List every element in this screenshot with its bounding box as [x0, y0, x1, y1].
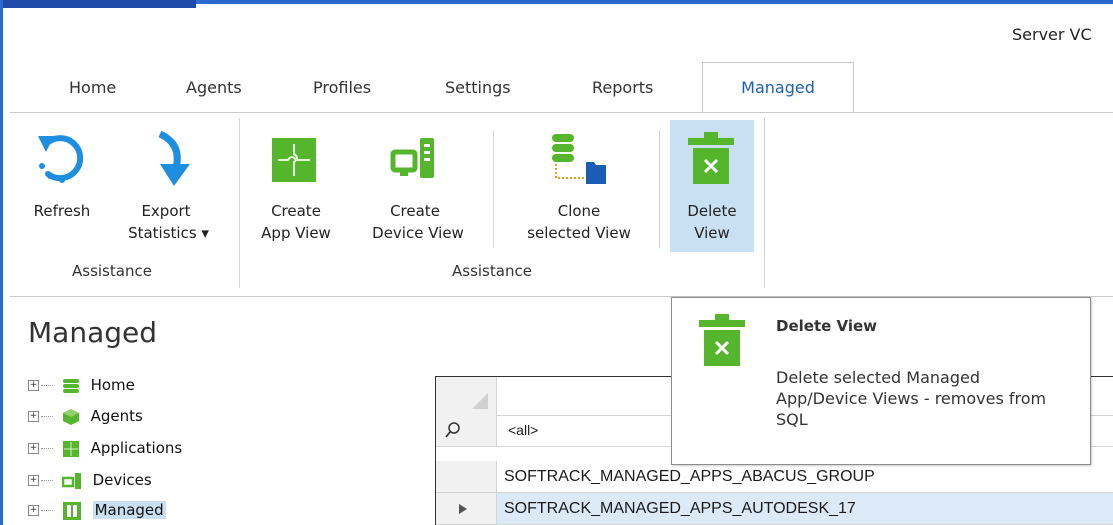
ribbon-group-label: Assistance [452, 262, 532, 280]
tree-connector [41, 448, 53, 449]
clone-selected-view-button[interactable]: Clone selected View [504, 124, 654, 264]
ribbon-separator [493, 130, 494, 248]
expand-icon[interactable]: + [28, 505, 39, 516]
clone-view-icon [552, 134, 606, 184]
search-icon [445, 422, 460, 438]
delete-view-button[interactable]: Delete View [670, 120, 754, 252]
tree-item-managed[interactable]: + Managed [28, 497, 166, 523]
tooltip-description: Delete selected Managed App/Device Views… [776, 368, 1047, 429]
expand-icon[interactable]: + [28, 411, 39, 422]
expand-icon[interactable]: + [28, 380, 39, 391]
sidebar-title: Managed [28, 316, 157, 349]
export-statistics-button[interactable]: Export Statistics ▾ [106, 124, 231, 264]
current-row-icon [459, 504, 467, 514]
managed-icon [62, 501, 81, 520]
tab-settings[interactable]: Settings [445, 78, 511, 97]
ribbon-separator [764, 118, 765, 288]
grid-corner [436, 377, 497, 415]
tree-item-label: Devices [92, 471, 152, 489]
tree-item-label: Applications [90, 439, 183, 457]
create-app-label: Create [271, 202, 321, 220]
tree-item-label: Home [90, 376, 135, 394]
table-cell: SOFTRACK_MANAGED_APPS_ABACUS_GROUP [504, 468, 875, 485]
refresh-label: Refresh [33, 202, 91, 220]
tab-agents[interactable]: Agents [186, 78, 242, 97]
title-bar [0, 0, 1113, 58]
export-label: Export [141, 202, 191, 220]
window-left-border [0, 0, 3, 525]
expand-icon[interactable]: + [28, 475, 39, 486]
ribbon-separator [239, 118, 240, 288]
tab-managed[interactable]: Managed [702, 62, 854, 114]
ribbon-group-label: Assistance [72, 262, 152, 280]
clone-selected-view-label: selected View [527, 224, 631, 242]
expand-icon[interactable]: + [28, 443, 39, 454]
tab-managed-label: Managed [741, 78, 815, 97]
tab-reports[interactable]: Reports [592, 78, 653, 97]
export-arrow-icon [158, 130, 190, 186]
filter-row-header [436, 415, 497, 446]
device-icon [61, 472, 81, 489]
server-label: Server VC [1012, 25, 1092, 44]
tab-home[interactable]: Home [69, 78, 116, 97]
table-cell: SOFTRACK_MANAGED_APPS_AUTODESK_17 [504, 500, 856, 517]
tree-item-devices[interactable]: + Devices [28, 467, 152, 493]
trash-icon [688, 132, 734, 184]
create-app-view-label: App View [261, 224, 331, 242]
create-app-view-button[interactable]: Create App View [252, 124, 362, 264]
window-corner [0, 0, 196, 8]
tree-item-label: Managed [92, 501, 166, 519]
delete-view-label: View [694, 224, 730, 242]
tree-item-agents[interactable]: + Agents [28, 403, 143, 429]
corner-triangle-icon [472, 393, 488, 409]
puzzle-icon [272, 138, 316, 182]
ribbon-separator [659, 130, 660, 248]
tree-item-applications[interactable]: + Applications [28, 435, 182, 461]
tree-connector [41, 480, 53, 481]
refresh-icon [38, 135, 84, 183]
tree-item-label: Agents [90, 407, 143, 425]
row-header [436, 461, 497, 492]
tree-item-home[interactable]: + Home [28, 372, 135, 398]
tree-connector [41, 416, 53, 417]
export-statistics-label: Statistics ▾ [128, 224, 209, 242]
delete-label: Delete [687, 202, 737, 220]
create-device-label: Create [390, 202, 440, 220]
tree-connector [41, 510, 53, 511]
tab-profiles[interactable]: Profiles [313, 78, 371, 97]
cube-icon [62, 408, 79, 425]
table-row[interactable]: SOFTRACK_MANAGED_APPS_ABACUS_GROUP [436, 461, 1113, 493]
device-icon [390, 138, 434, 178]
create-device-view-label: Device View [372, 224, 464, 242]
database-icon [62, 378, 79, 393]
row-header [436, 493, 497, 524]
puzzle-icon [62, 440, 79, 457]
create-device-view-button[interactable]: Create Device View [360, 124, 490, 264]
tree-connector [41, 385, 53, 386]
clone-label: Clone [557, 202, 601, 220]
filter-input[interactable]: <all> [508, 415, 538, 446]
tooltip-title: Delete View [776, 317, 878, 335]
table-row[interactable]: SOFTRACK_MANAGED_APPS_AUTODESK_17 [436, 493, 1113, 525]
trash-icon [699, 314, 745, 366]
